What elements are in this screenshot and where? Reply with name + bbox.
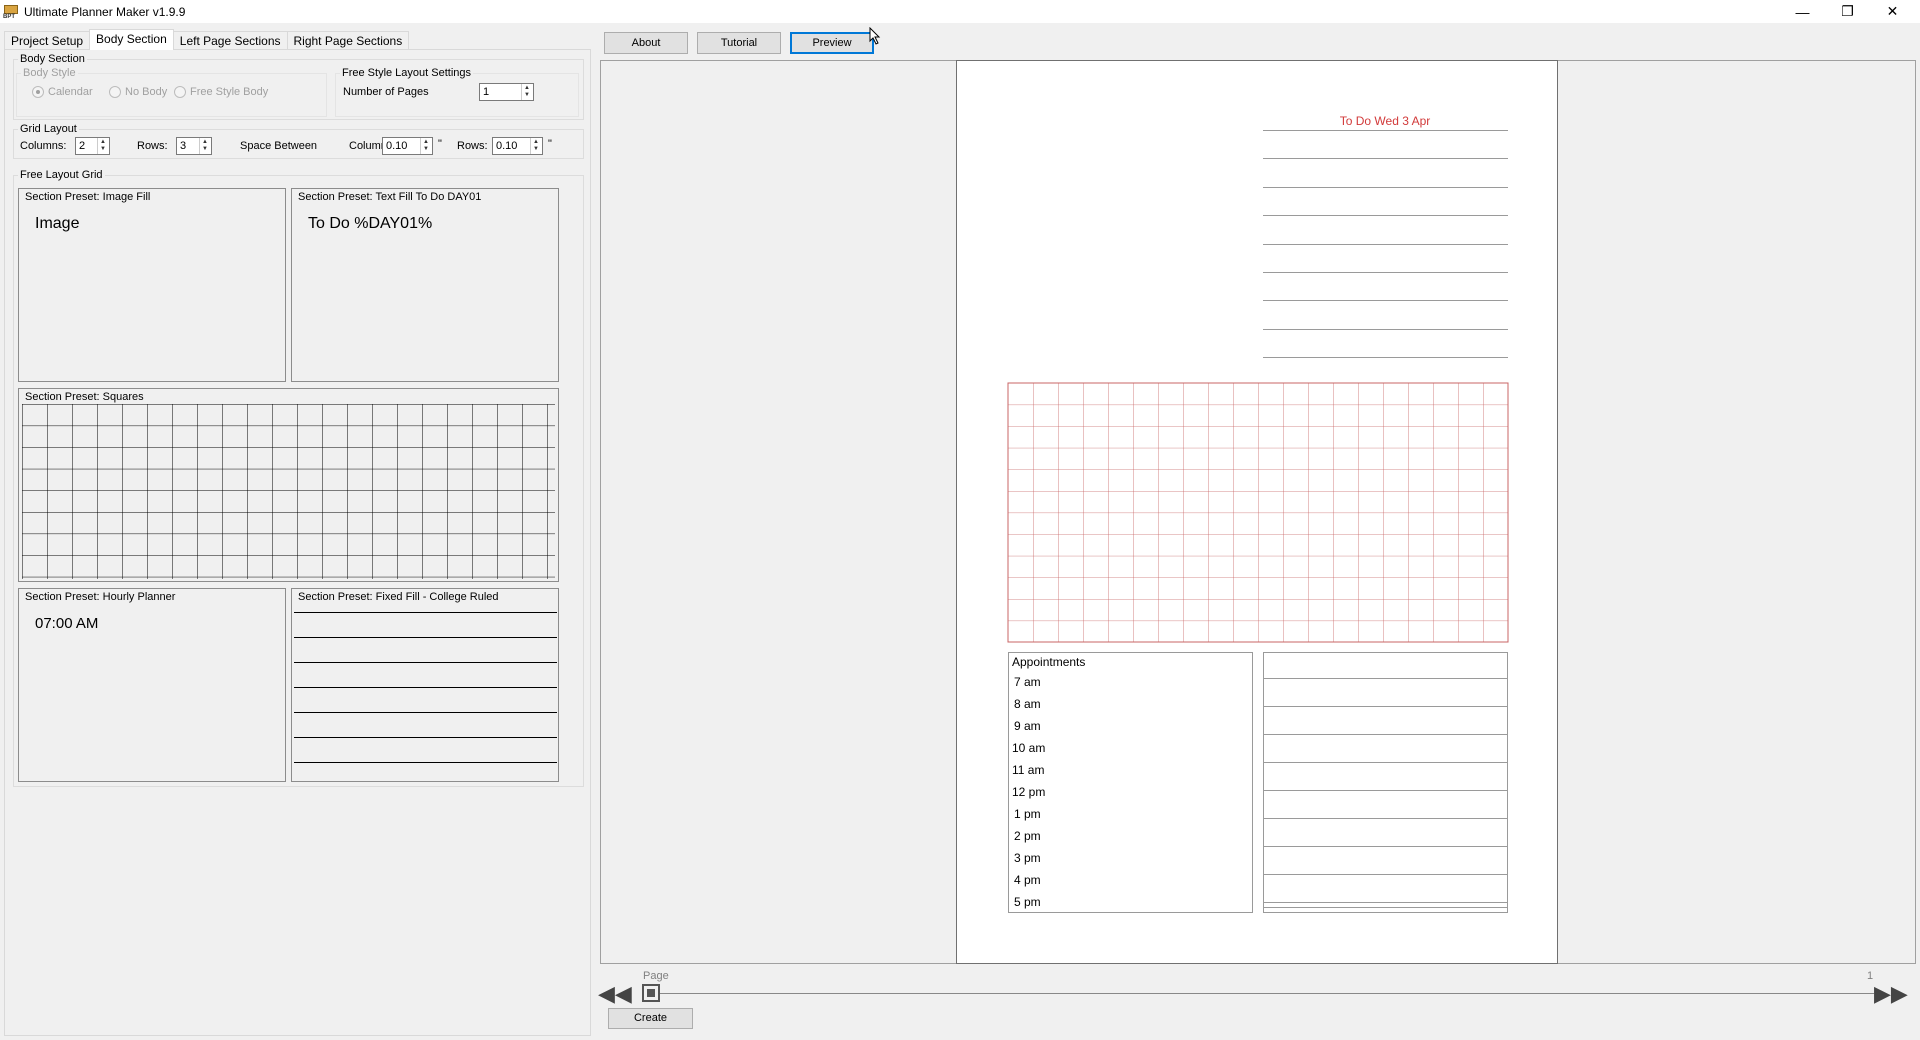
planner-page-preview: To Do Wed 3 Apr Appointments 7 am 8 am 9… [956, 60, 1558, 964]
radio-no-body-label: No Body [125, 86, 168, 98]
preset-title: Section Preset: Image Fill [25, 191, 151, 203]
radio-calendar[interactable] [32, 86, 44, 98]
mouse-cursor-icon [869, 27, 881, 45]
preset-title: Section Preset: Fixed Fill - College Rul… [298, 591, 499, 603]
space-between-label: Space Between [240, 140, 318, 152]
preset-content: To Do %DAY01% [308, 215, 433, 232]
free-layout-grid-label: Free Layout Grid [18, 169, 105, 182]
space-rows-unit: " [548, 138, 552, 150]
preview-button[interactable]: Preview [790, 32, 874, 54]
page-number: 1 [1867, 970, 1874, 982]
preset-title: Section Preset: Hourly Planner [25, 591, 176, 603]
hour-label-1pm: 1 pm [1014, 807, 1041, 821]
app-icon: BPT [3, 4, 19, 20]
grid-columns-label: Columns: [20, 140, 67, 152]
planner-page-drawing: To Do Wed 3 Apr Appointments 7 am 8 am 9… [1007, 114, 1509, 913]
preset-image-fill[interactable]: Section Preset: Image Fill Image [18, 188, 286, 382]
appointments-box [1008, 652, 1253, 913]
page-slider-thumb[interactable] [642, 984, 660, 1002]
hour-label-3pm: 3 pm [1014, 851, 1041, 865]
body-style-label: Body Style [21, 67, 78, 80]
tab-left-page-sections[interactable]: Left Page Sections [172, 31, 288, 49]
preset-college-ruled[interactable]: Section Preset: Fixed Fill - College Rul… [291, 588, 559, 782]
last-page-icon[interactable]: ▶▶ [1874, 983, 1908, 1005]
grid-layout-label: Grid Layout [18, 123, 79, 136]
hour-label-7am: 7 am [1014, 675, 1041, 689]
preset-content: 07:00 AM [35, 615, 99, 632]
tab-strip: Project Setup Body Section Left Page Sec… [4, 29, 410, 50]
preset-title: Section Preset: Text Fill To Do DAY01 [298, 191, 482, 203]
title-bar: BPT Ultimate Planner Maker v1.9.9 — ❐ ✕ [0, 0, 1920, 23]
radio-free-style-body[interactable] [174, 86, 186, 98]
restore-icon[interactable]: ❐ [1825, 0, 1870, 23]
body-section-panel: Body Section Body Style Calendar No Body… [4, 49, 591, 1036]
preset-squares[interactable]: Section Preset: Squares [18, 388, 559, 582]
first-page-icon[interactable]: ◀◀ [598, 983, 632, 1005]
tab-right-page-sections[interactable]: Right Page Sections [286, 31, 410, 49]
space-rows-stepper[interactable]: 0.10 ▲ ▼ [492, 137, 543, 155]
body-section-label: Body Section [18, 53, 87, 66]
appointments-label: Appointments [1012, 655, 1085, 669]
hour-label-9am: 9 am [1014, 719, 1041, 733]
body-style-group: Body Style Calendar No Body Free Style B… [16, 67, 327, 117]
hour-label-4pm: 4 pm [1014, 873, 1041, 887]
hour-label-12pm: 12 pm [1012, 785, 1045, 799]
preset-hourly-planner[interactable]: Section Preset: Hourly Planner 07:00 AM [18, 588, 286, 782]
radio-calendar-label: Calendar [48, 86, 93, 98]
preset-title: Section Preset: Squares [25, 391, 144, 403]
hour-label-8am: 8 am [1014, 697, 1041, 711]
tab-project-setup[interactable]: Project Setup [4, 31, 91, 49]
free-style-settings-label: Free Style Layout Settings [340, 67, 474, 80]
create-button[interactable]: Create [608, 1008, 693, 1029]
space-columns-unit: " [438, 138, 442, 150]
number-of-pages-label: Number of Pages [343, 86, 429, 98]
hours-list: 7 am 8 am 9 am 10 am 11 am 12 pm 1 pm 2 … [1012, 675, 1045, 909]
space-rows-label: Rows: [457, 140, 488, 152]
about-button[interactable]: About [604, 32, 688, 54]
squares-grid-pattern [22, 404, 555, 579]
preset-text-fill-todo[interactable]: Section Preset: Text Fill To Do DAY01 To… [291, 188, 559, 382]
hour-label-2pm: 2 pm [1014, 829, 1041, 843]
notes-box [1263, 652, 1508, 913]
hour-label-10am: 10 am [1012, 741, 1045, 755]
grid-rows-label: Rows: [137, 140, 168, 152]
hour-label-5pm: 5 pm [1014, 895, 1041, 909]
grid-rows-stepper[interactable]: 3 ▲ ▼ [176, 137, 212, 155]
tab-body-section[interactable]: Body Section [89, 29, 174, 50]
hour-label-11am: 11 am [1012, 763, 1044, 777]
minimize-icon[interactable]: — [1780, 0, 1825, 23]
body-section-group: Body Section Body Style Calendar No Body… [13, 53, 584, 120]
grid-columns-stepper[interactable]: 2 ▲ ▼ [75, 137, 110, 155]
radio-free-style-body-label: Free Style Body [190, 86, 269, 98]
page-slider-track[interactable] [652, 993, 1874, 994]
close-icon[interactable]: ✕ [1870, 0, 1915, 23]
window-title: Ultimate Planner Maker v1.9.9 [24, 4, 186, 19]
number-of-pages-stepper[interactable]: 1 ▲ ▼ [479, 83, 534, 101]
todo-title: To Do Wed 3 Apr [1340, 114, 1431, 128]
space-columns-stepper[interactable]: 0.10 ▲ ▼ [382, 137, 433, 155]
squares-grid [1007, 382, 1509, 643]
college-ruled-lines [294, 612, 557, 763]
grid-layout-group: Grid Layout Columns: 2 ▲ ▼ Rows: 3 ▲ ▼ Spa… [13, 123, 584, 159]
preset-content: Image [35, 215, 80, 232]
tutorial-button[interactable]: Tutorial [697, 32, 781, 54]
page-label: Page [643, 970, 669, 982]
radio-no-body[interactable] [109, 86, 121, 98]
free-style-settings-group: Free Style Layout Settings Number of Pag… [335, 67, 579, 117]
